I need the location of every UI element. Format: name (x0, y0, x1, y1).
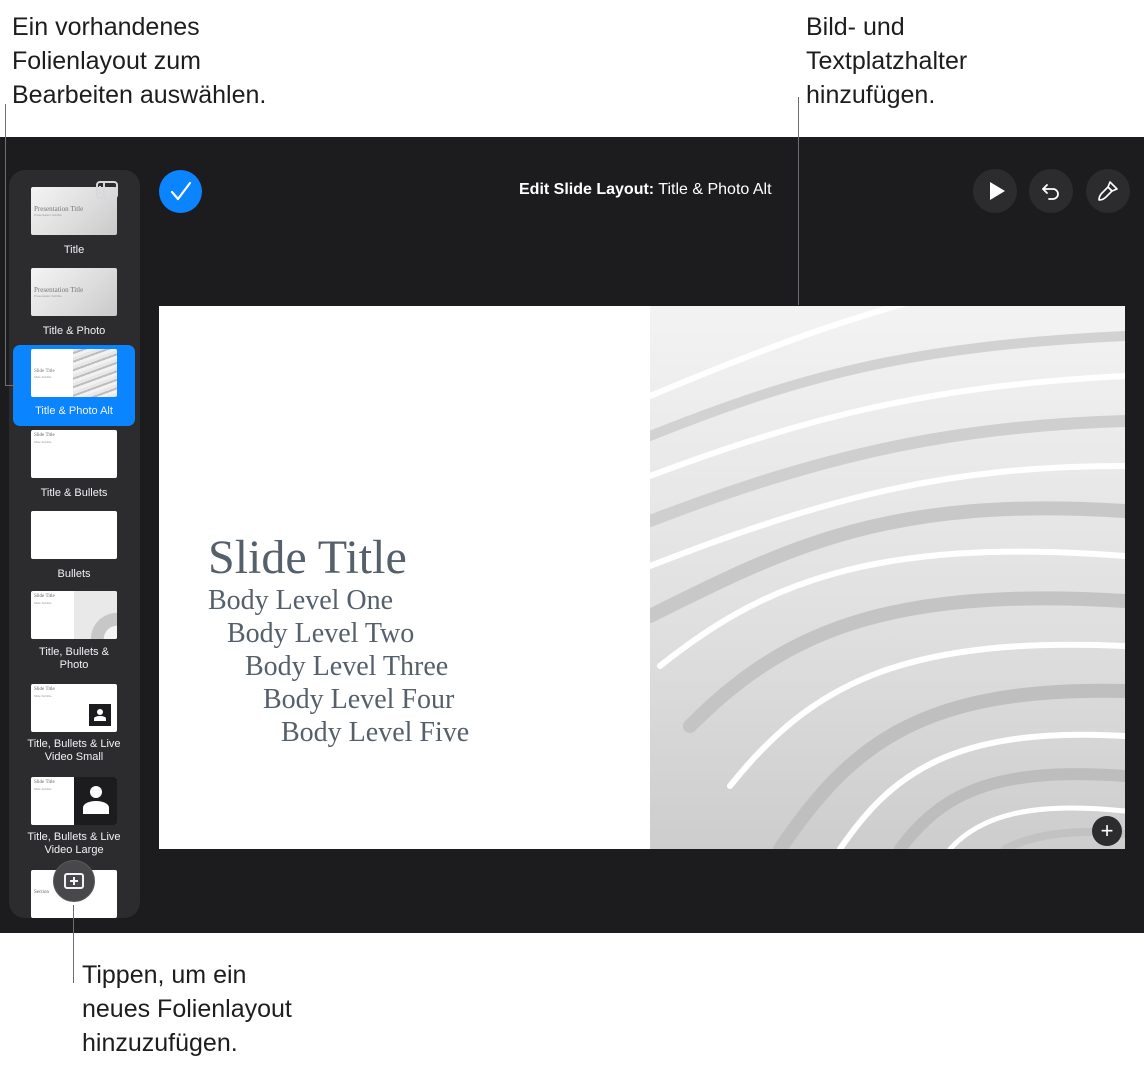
body-level-one[interactable]: Body Level One (208, 585, 393, 617)
callout-select-layout: Ein vorhandenes Folienlayout zum Bearbei… (12, 10, 266, 112)
paintbrush-icon (1098, 181, 1118, 201)
layout-item-live-video-small[interactable]: Slide Title Slide Subtitle Title, Bullet… (13, 680, 135, 772)
thumb-subtitle: Slide Subtitle (34, 601, 52, 605)
callout-line: Tippen, um ein (82, 961, 247, 989)
thumb-subtitle: Slide Subtitle (34, 787, 52, 791)
live-video-placeholder (74, 777, 117, 825)
thumb-photo (73, 349, 117, 397)
layout-label: Title, Bullets & Live Video Small (27, 738, 121, 763)
sidebar-icon[interactable] (96, 181, 118, 199)
callout-add-placeholders: Bild- und Textplatzhalter hinzufügen. (806, 10, 967, 112)
layout-label: Title & Photo Alt (35, 405, 113, 417)
layout-item-title-bullets-photo[interactable]: Slide Title Slide Subtitle Title, Bullet… (13, 587, 135, 679)
layout-label: Title & Photo (42, 325, 106, 337)
person-icon (82, 786, 109, 816)
callout-line: Textplatzhalter (806, 47, 968, 75)
abstract-waves-image (650, 306, 1125, 849)
leader-line-add (73, 905, 74, 983)
undo-button[interactable] (1029, 169, 1073, 213)
layout-label: Title (63, 244, 85, 256)
thumb-title: Slide Title (34, 369, 55, 374)
play-icon (989, 182, 1005, 200)
callout-line: hinzufügen. (806, 81, 936, 109)
thumb-subtitle: Slide Subtitle (34, 694, 52, 698)
toolbar-title-value: Title & Photo Alt (658, 181, 772, 198)
thumb-subtitle: Presentation Subtitle (34, 294, 62, 298)
thumb-subtitle: Slide Subtitle (34, 375, 52, 379)
layout-sidebar[interactable]: Presentation Title Presentation Subtitle… (9, 170, 140, 918)
callout-add-layout: Tippen, um ein neues Folienlayout hinzuz… (82, 958, 292, 1060)
thumb-title: Slide Title (34, 594, 55, 599)
thumb-photo (74, 591, 117, 639)
thumb-subtitle: Presentation Subtitle (34, 213, 62, 217)
callout-line: hinzuzufügen. (82, 1029, 238, 1057)
layout-item-bullets[interactable]: Bullets (13, 507, 135, 585)
layout-thumbnail: Slide Title Slide Subtitle (31, 430, 117, 478)
body-level-three[interactable]: Body Level Three (245, 651, 448, 683)
layout-label: Bullets (57, 568, 91, 580)
undo-icon (1042, 184, 1059, 200)
thumb-subtitle: Slide Subtitle (34, 440, 52, 444)
leader-line-select (5, 104, 6, 386)
layout-label: Title & Bullets (40, 487, 108, 499)
layout-thumbnail: Slide Title Slide Subtitle (31, 349, 117, 397)
live-video-placeholder (89, 704, 111, 726)
layout-item-live-video-large[interactable]: Slide Title Slide Subtitle Title, Bullet… (13, 773, 135, 865)
plus-icon: + (1100, 818, 1114, 843)
callout-line: neues Folienlayout (82, 995, 292, 1023)
body-level-five[interactable]: Body Level Five (281, 717, 469, 749)
leader-line-placeholders (798, 97, 799, 305)
layout-thumbnail (31, 511, 117, 559)
thumb-title: Slide Title (34, 433, 55, 438)
callout-line: Bild- und (806, 13, 905, 41)
photo-placeholder[interactable] (650, 306, 1125, 849)
layout-item-title-bullets[interactable]: Slide Title Slide Subtitle Title & Bulle… (13, 426, 135, 504)
layout-item-title-photo-alt[interactable]: Slide Title Slide Subtitle Title & Photo… (13, 345, 135, 426)
add-layout-button[interactable] (53, 860, 95, 902)
layout-thumbnail: Presentation Title Presentation Subtitle (31, 268, 117, 316)
layout-label: Title, Bullets & Live Video Large (27, 831, 121, 856)
leader-line-select-tick (5, 385, 16, 386)
layout-thumbnail: Slide Title Slide Subtitle (31, 591, 117, 639)
layout-thumbnail: Slide Title Slide Subtitle (31, 684, 117, 732)
layout-thumbnail: Slide Title Slide Subtitle (31, 777, 117, 825)
thumb-title: Section (34, 890, 49, 895)
callout-line: Folienlayout zum (12, 47, 201, 75)
done-button[interactable] (159, 170, 202, 213)
checkmark-icon (170, 181, 192, 201)
slide-canvas[interactable]: Slide Title Body Level One Body Level Tw… (159, 306, 1125, 849)
callout-line: Bearbeiten auswählen. (12, 81, 267, 109)
toolbar-title-prefix: Edit Slide Layout: (519, 181, 655, 198)
app-window: Presentation Title Presentation Subtitle… (0, 137, 1144, 933)
toolbar-title: Edit Slide Layout: Title & Photo Alt (519, 181, 772, 199)
layout-label: Title, Bullets & Photo (39, 646, 109, 671)
thumb-title: Slide Title (34, 780, 55, 785)
layout-item-title-photo[interactable]: Presentation Title Presentation Subtitle… (13, 264, 135, 342)
play-button[interactable] (973, 169, 1017, 213)
slide-title[interactable]: Slide Title (208, 530, 407, 585)
add-object-button[interactable]: + (1092, 816, 1122, 846)
body-level-four[interactable]: Body Level Four (263, 684, 454, 716)
body-level-two[interactable]: Body Level Two (227, 618, 414, 650)
add-slide-icon (64, 873, 84, 889)
person-icon (94, 709, 106, 721)
callout-line: Ein vorhandenes (12, 13, 200, 41)
format-button[interactable] (1086, 169, 1130, 213)
thumb-title: Presentation Title (34, 286, 84, 294)
thumb-title: Presentation Title (34, 205, 84, 213)
thumb-title: Slide Title (34, 687, 55, 692)
